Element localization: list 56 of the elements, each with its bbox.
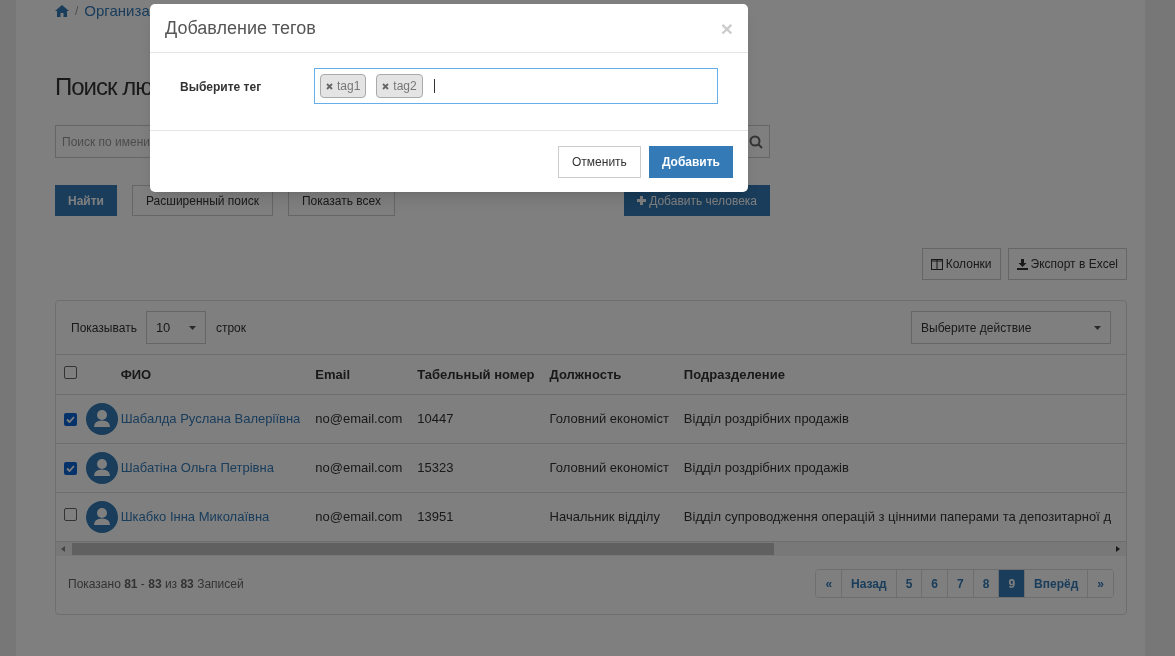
remove-icon[interactable] bbox=[326, 82, 333, 90]
home-icon[interactable] bbox=[55, 5, 69, 17]
caret-icon bbox=[188, 325, 196, 330]
export-button[interactable]: Экспорт в Excel bbox=[1007, 248, 1127, 280]
table-cell: Головний економіст bbox=[549, 459, 669, 475]
table-cell: no@email.com bbox=[315, 459, 403, 475]
page-button[interactable]: 9 bbox=[998, 570, 1025, 597]
column-header[interactable]: Email bbox=[315, 366, 350, 382]
modal-title: Добавление тегов bbox=[165, 16, 316, 40]
person-link[interactable]: Шабалда Руслана Валеріївна bbox=[120, 410, 301, 426]
avatar-icon bbox=[85, 451, 118, 484]
tag-chip[interactable]: tag1 bbox=[320, 74, 367, 98]
column-header[interactable]: Табельный номер bbox=[417, 366, 535, 382]
page-size-suffix: строк bbox=[215, 319, 246, 337]
table-cell: no@email.com bbox=[315, 410, 403, 426]
table-cell: Начальник відділу bbox=[549, 508, 660, 524]
column-header[interactable]: ФИО bbox=[120, 366, 152, 382]
column-header[interactable]: Подразделение bbox=[683, 366, 785, 382]
plus-icon bbox=[637, 196, 647, 205]
text-cursor bbox=[433, 79, 435, 93]
columns-button[interactable]: Колонки bbox=[921, 248, 1001, 280]
table-cell: 10447 bbox=[417, 410, 454, 426]
table-cell: no@email.com bbox=[315, 508, 403, 524]
action-select[interactable]: Выберите действие bbox=[911, 311, 1111, 344]
avatar-icon bbox=[85, 402, 118, 435]
field-label: Выберите тег bbox=[180, 79, 263, 96]
checkbox[interactable] bbox=[64, 412, 77, 426]
checkbox[interactable] bbox=[64, 507, 77, 521]
table-cell: Відділ роздрібних продажів bbox=[683, 459, 849, 475]
person-link[interactable]: Шкабко Інна Миколаївна bbox=[120, 508, 270, 524]
search-icon[interactable] bbox=[749, 134, 763, 149]
table-cell: Відділ супроводження операцій з цінними паперами та депозитарної д bbox=[683, 508, 1111, 524]
action-button[interactable]: Найти bbox=[55, 185, 117, 216]
remove-icon[interactable] bbox=[382, 82, 390, 90]
columns-icon bbox=[930, 258, 943, 270]
page-size-select[interactable]: 10 bbox=[145, 311, 206, 344]
column-header[interactable]: Должность bbox=[549, 366, 622, 382]
table-cell: Відділ роздрібних продажів bbox=[683, 410, 849, 426]
checkbox[interactable] bbox=[64, 365, 77, 379]
page-button[interactable]: » bbox=[1087, 570, 1113, 597]
table-cell: 13951 bbox=[417, 508, 454, 524]
download-icon bbox=[1016, 258, 1028, 270]
checkbox[interactable] bbox=[64, 461, 77, 475]
page-size-label: Показывать bbox=[71, 319, 137, 337]
tag-input[interactable]: tag1 tag2 bbox=[314, 68, 718, 104]
table-cell: Головний економіст bbox=[549, 410, 669, 426]
person-link[interactable]: Шабатіна Ольга Петрівна bbox=[120, 459, 274, 475]
modal-button[interactable]: Отменить bbox=[558, 145, 641, 178]
table-cell: 15323 bbox=[417, 459, 454, 475]
records-summary: Показано 81 - 83 из 83 Записей bbox=[68, 575, 244, 593]
breadcrumb-link[interactable]: Организа bbox=[84, 0, 150, 23]
breadcrumb-separator: / bbox=[75, 3, 79, 20]
avatar-icon bbox=[85, 500, 118, 533]
tag-chip[interactable]: tag2 bbox=[376, 74, 423, 98]
caret-icon bbox=[1094, 325, 1101, 330]
modal-button[interactable]: Добавить bbox=[648, 145, 733, 178]
